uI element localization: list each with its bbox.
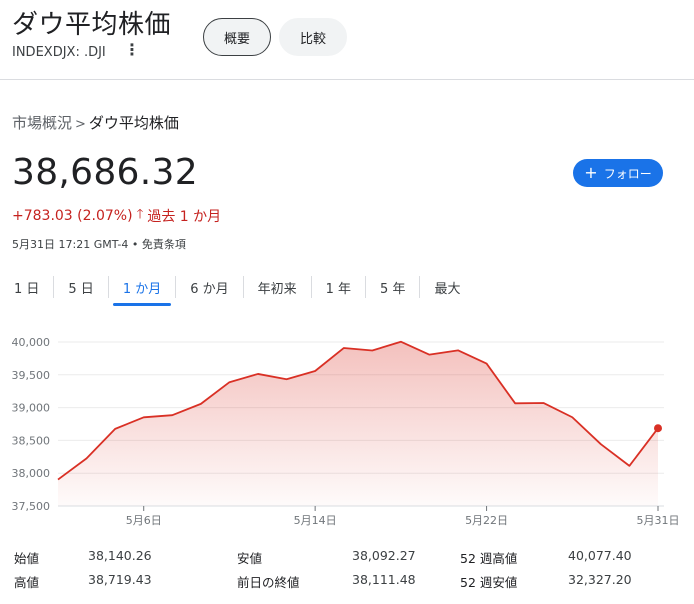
- breadcrumb-separator: >: [75, 117, 86, 132]
- last-price-dot: [654, 424, 662, 433]
- x-tick-label: 5月14日: [294, 514, 337, 527]
- y-tick-label: 38,000: [12, 467, 51, 480]
- range-tab-6[interactable]: 5 年: [366, 272, 419, 302]
- stat-value: 38,140.26: [88, 548, 152, 563]
- stat-label: 高値: [14, 575, 40, 590]
- stat-value: 32,327.20: [568, 572, 632, 587]
- tab-compare-label: 比較: [299, 31, 326, 47]
- x-tick-label: 5月22日: [465, 514, 508, 527]
- follow-button-label: フォロー: [603, 166, 652, 181]
- stat-label: 52 週高値: [460, 551, 518, 566]
- range-tab-5[interactable]: 1 年: [312, 272, 365, 302]
- range-tab-7[interactable]: 最大: [420, 272, 474, 302]
- header-divider: [0, 79, 694, 80]
- price-area: [58, 341, 658, 506]
- x-tick-label: 5月6日: [126, 514, 162, 527]
- breadcrumb-market-overview-link[interactable]: 市場概況: [12, 114, 72, 132]
- stat-label: 52 週安値: [460, 575, 518, 590]
- stat-label: 安値: [237, 551, 263, 566]
- more-vert-icon[interactable]: ⋮: [124, 40, 140, 59]
- tab-overview-label: 概要: [223, 31, 250, 47]
- y-tick-label: 39,000: [12, 402, 51, 415]
- follow-button[interactable]: + フォロー: [573, 159, 663, 187]
- plus-icon: +: [584, 163, 598, 182]
- y-tick-label: 40,000: [12, 336, 51, 349]
- price-change-value: +783.03 (2.07%): [12, 208, 133, 224]
- arrow-up-icon: 🡑: [136, 207, 144, 222]
- range-tab-1[interactable]: 5 日: [54, 272, 107, 302]
- range-tab-4[interactable]: 年初来: [244, 272, 311, 302]
- page-title: ダウ平均株価: [12, 10, 172, 40]
- y-tick-label: 38,500: [12, 434, 51, 447]
- range-tab-0[interactable]: 1 日: [0, 272, 53, 302]
- price-chart[interactable]: 40,000 39,500 39,000 38,500 38,000 37,500 5月6日…: [0, 318, 694, 530]
- range-tabs: 1 日5 日1 か月 6 か月 年初来 1 年5 年最大: [0, 272, 474, 306]
- stat-value: 40,077.40: [568, 548, 632, 563]
- stats-row: 高値 38,719.43 前日の終値 38,111.48 52 週安値 32,327.20: [0, 572, 694, 594]
- stat-value: 38,719.43: [88, 572, 152, 587]
- x-tick-label: 5月31日: [637, 514, 680, 527]
- price-change: +783.03 (2.07%) 🡑 過去 1 か月: [12, 205, 221, 227]
- range-tab-3[interactable]: 6 か月: [176, 272, 242, 302]
- quote-timestamp: 5月31日 17:21 GMT-4 • 免責条項: [12, 238, 186, 251]
- tab-overview[interactable]: 概要: [203, 18, 271, 56]
- stat-value: 38,092.27: [352, 548, 416, 563]
- stat-value: 38,111.48: [352, 572, 416, 587]
- y-tick-label: 39,500: [12, 369, 51, 382]
- breadcrumb: 市場概況 > ダウ平均株価: [12, 112, 179, 133]
- y-tick-label: 37,500: [12, 500, 51, 513]
- stat-label: 始値: [14, 551, 40, 566]
- current-price: 38,686.32: [12, 152, 198, 193]
- ticker-symbol: INDEXDJX: .DJI: [12, 45, 106, 60]
- breadcrumb-current: ダウ平均株価: [88, 114, 179, 132]
- tab-compare[interactable]: 比較: [279, 18, 347, 56]
- change-period: 過去 1 か月: [147, 209, 222, 225]
- stat-label: 前日の終値: [237, 575, 300, 590]
- stats-row: 始値 38,140.26 安値 38,092.27 52 週高値 40,077.40: [0, 548, 694, 570]
- range-tab-2[interactable]: 1 か月: [109, 272, 175, 306]
